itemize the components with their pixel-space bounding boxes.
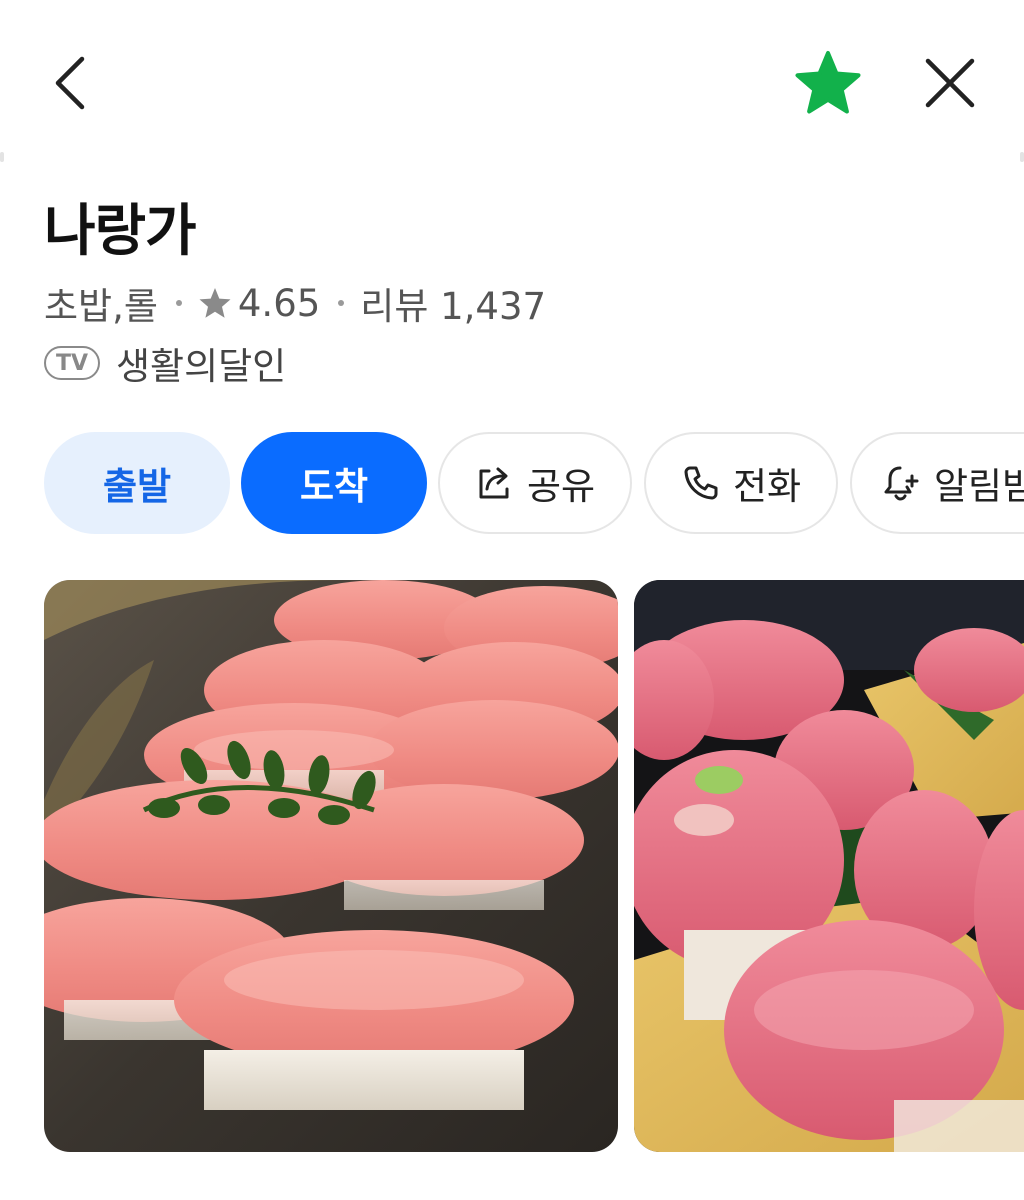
separator-dot [338,300,345,306]
call-button[interactable]: 전화 [644,432,838,534]
edge-marker-left [0,152,4,162]
tv-badge: TV [44,346,100,380]
notify-button[interactable]: 알림받 [850,432,1024,534]
action-buttons: 출발 도착 공유 전화 알림받 [44,432,1024,536]
depart-label: 출발 [102,465,172,508]
category-label: 초밥,롤 [44,285,158,328]
separator-dot [175,300,182,306]
close-button[interactable] [914,48,986,118]
bell-plus-icon [884,466,919,501]
photo-sushi-plate[interactable] [44,580,618,1152]
chevron-left-icon [55,56,85,110]
place-name: 나랑가 [44,199,197,264]
arrive-label: 도착 [299,465,369,508]
tv-appearance: TV 생활의달인 [44,338,286,388]
close-icon [925,58,975,108]
photo-sushi-board[interactable] [634,580,1024,1152]
call-label: 전화 [732,465,802,508]
place-detail-screen: 나랑가 초밥,롤 4.65 리뷰 1,437 TV 생활의달인 출발 도착 공유… [0,0,1024,1200]
share-label: 공유 [526,465,596,508]
tv-program-name: 생활의달인 [116,345,287,388]
photo-gallery [44,580,1024,1152]
back-button[interactable] [40,48,100,118]
star-icon [795,51,861,114]
share-button[interactable]: 공유 [438,432,632,534]
depart-button[interactable]: 출발 [44,432,230,534]
notify-label: 알림받 [934,465,1024,508]
favorite-button[interactable] [790,48,866,118]
top-bar [0,0,1024,150]
arrive-button[interactable]: 도착 [241,432,427,534]
phone-icon [684,466,718,500]
place-meta: 초밥,롤 4.65 리뷰 1,437 [44,276,546,330]
share-icon [479,467,509,499]
rating-star-icon [198,287,232,319]
rating-value: 4.65 [237,281,321,325]
review-count-link[interactable]: 리뷰 1,437 [360,276,546,330]
edge-marker-right [1020,152,1024,162]
